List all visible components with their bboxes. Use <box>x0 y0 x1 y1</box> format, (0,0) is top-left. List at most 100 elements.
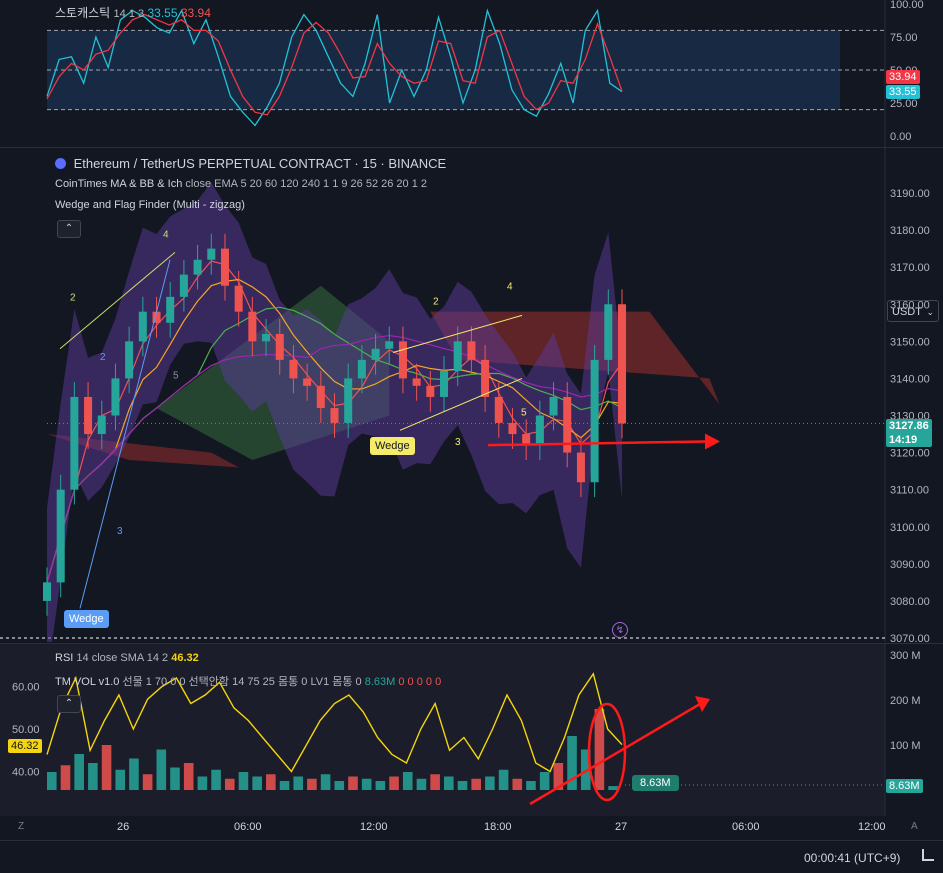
rsi-volume-pane[interactable]: 300 M 200 M 100 M 60.00 50.00 40.00 RSI 14 cl… <box>0 643 943 816</box>
price-axis-tick: 3190.00 <box>890 188 930 200</box>
volume-bar <box>197 776 208 790</box>
candle-body <box>42 582 52 601</box>
time-tick: 06:00 <box>732 821 760 833</box>
indicator1-params: close EMA 5 20 60 120 240 1 1 9 26 52 26… <box>185 178 427 190</box>
candle-body <box>590 359 599 483</box>
volume-bar <box>170 767 180 790</box>
stoch-axis-tick: 25.00 <box>890 98 918 110</box>
volume-bar <box>156 749 167 790</box>
vol-value: 8.63M <box>364 676 396 688</box>
collapse-lower-legend-button[interactable]: ⌃ <box>57 695 81 713</box>
volume-bar <box>320 774 331 790</box>
volume-bar <box>60 765 71 790</box>
candle-body <box>426 385 435 397</box>
volume-bar <box>485 776 495 790</box>
vol-name: TM VOL v1.0 <box>55 676 120 688</box>
candle-body <box>248 311 257 342</box>
candle-body <box>398 341 407 379</box>
time-tick: 18:00 <box>484 821 512 833</box>
stoch-k-tag: 33.55 <box>886 85 920 99</box>
volume-axis-tick: 200 M <box>890 695 921 707</box>
price-pane[interactable]: 3190.00 3180.00 3170.00 3160.00 3150.00 3140.… <box>0 148 943 642</box>
symbol-title-row[interactable]: Ethereum / TetherUS PERPETUAL CONTRACT ·… <box>55 156 446 171</box>
stoch-axis-tick: 75.00 <box>890 32 918 44</box>
corner-right-button[interactable]: A <box>911 821 918 832</box>
rsi-name: RSI <box>55 652 74 664</box>
lightning-icon[interactable]: ↯ <box>612 622 628 638</box>
volume-bar <box>74 754 84 790</box>
vol-legend[interactable]: TM VOL v1.0 선물 1 70 0 0 선택안함 14 75 25 몸통… <box>55 673 441 689</box>
volume-bar <box>361 778 372 790</box>
volume-bar <box>539 772 550 790</box>
volume-bar <box>430 774 440 790</box>
volume-bar <box>402 772 413 790</box>
volume-bar <box>608 786 618 790</box>
symbol-icon <box>55 158 66 169</box>
stoch-params: 14 1 3 <box>113 8 145 20</box>
stochastic-pane[interactable]: 100.0075.0050.0025.000.00 스토캐스틱 14 1 3 3… <box>0 0 943 148</box>
candle-body <box>494 396 503 423</box>
volume-bar <box>252 776 262 790</box>
vol-params: 선물 1 70 0 0 선택안함 14 75 25 몸통 0 LV1 몸통 0 <box>122 676 362 688</box>
volume-bar <box>211 769 221 790</box>
volume-bar <box>375 781 386 790</box>
stoch-axis-tick: 100.00 <box>890 0 924 11</box>
candle-body <box>193 259 202 275</box>
candle-body <box>166 296 175 323</box>
rsi-params: 14 close SMA 14 2 <box>76 652 169 664</box>
price-axis-tick: 3150.00 <box>890 336 930 348</box>
candle-body <box>262 333 271 342</box>
time-tick: 12:00 <box>858 821 886 833</box>
currency-unit-select[interactable]: USDT ⌄ <box>887 300 939 322</box>
indicator1-name: CoinTimes MA & BB & Ich <box>55 178 183 190</box>
clock-timezone[interactable]: 00:00:41 (UTC+9) <box>804 851 900 865</box>
stoch-d-value: 33.94 <box>180 6 211 20</box>
candle-body <box>508 422 517 435</box>
fullscreen-icon[interactable] <box>922 849 934 861</box>
price-axis-tick: 3090.00 <box>890 559 930 571</box>
candle-body <box>535 415 544 446</box>
volume-bar <box>183 763 194 790</box>
volume-bar <box>47 772 57 790</box>
time-tick: 12:00 <box>360 821 388 833</box>
volume-bar <box>444 776 454 790</box>
candle-body <box>220 248 229 286</box>
lower-pane-bg <box>0 644 885 816</box>
price-chart: 3190.003180.003170.003160.003150.003140.… <box>0 148 930 642</box>
volume-bar <box>279 781 290 790</box>
price-axis-tick: 3070.00 <box>890 633 930 642</box>
zigzag-pivot-label: 5 <box>173 370 179 381</box>
candle-body <box>125 341 134 379</box>
price-axis-tick: 3080.00 <box>890 596 930 608</box>
volume-inline-tag: 8.63M <box>632 775 679 791</box>
zigzag-pivot-label: 5 <box>521 408 527 419</box>
volume-bar <box>307 778 317 790</box>
volume-axis-tick: 300 M <box>890 650 921 662</box>
volume-bar <box>334 781 345 790</box>
volume-bar <box>142 774 153 790</box>
volume-bar <box>115 769 126 790</box>
candle-body <box>207 248 216 260</box>
candle-body <box>385 341 394 349</box>
last-price-tag: 3127.86 14:19 <box>886 419 932 447</box>
candle-body <box>617 304 627 424</box>
stoch-name: 스토캐스틱 <box>55 6 111 20</box>
candle-body <box>440 371 449 397</box>
price-axis-tick: 3100.00 <box>890 522 930 534</box>
collapse-legend-button[interactable]: ⌃ <box>57 220 81 238</box>
bar-countdown: 14:19 <box>889 434 918 446</box>
rsi-legend[interactable]: RSI 14 close SMA 14 2 46.32 <box>55 652 199 664</box>
candle-body <box>303 378 312 386</box>
zigzag-pivot-label: 2 <box>70 293 76 304</box>
candle-body <box>549 396 558 416</box>
candle-body <box>576 452 585 483</box>
time-axis[interactable]: Z 26 06:00 12:00 18:00 27 06:00 12:00 A <box>0 815 943 840</box>
corner-left-button[interactable]: Z <box>18 821 24 832</box>
volume-bar <box>498 769 509 790</box>
volume-right-tag: 8.63M <box>886 779 923 793</box>
stoch-legend[interactable]: 스토캐스틱 14 1 3 33.55 33.94 <box>55 4 211 21</box>
candle-body <box>467 341 476 360</box>
indicator1-legend[interactable]: CoinTimes MA & BB & Ich close EMA 5 20 6… <box>55 178 427 190</box>
indicator2-legend[interactable]: Wedge and Flag Finder (Multi - zigzag) <box>55 199 245 211</box>
candle-body <box>604 304 613 360</box>
